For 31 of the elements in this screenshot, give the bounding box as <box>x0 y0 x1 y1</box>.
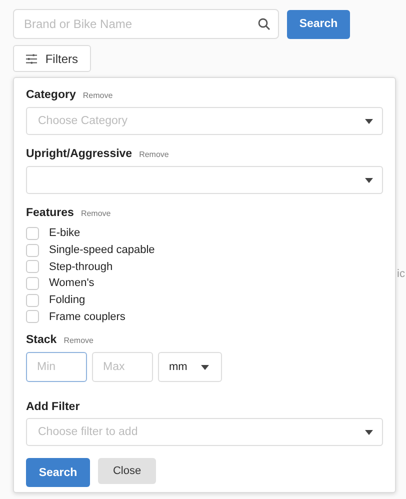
caret-icon <box>201 364 209 370</box>
remove-link[interactable]: Remove <box>139 148 169 162</box>
feature-checkbox[interactable]: Step-through <box>26 258 383 276</box>
feature-checkbox[interactable]: Single-speed capable <box>26 242 383 258</box>
caret-icon <box>365 118 373 124</box>
feature-checkbox[interactable]: Frame couplers <box>26 308 383 326</box>
close-button[interactable]: Close <box>98 458 156 484</box>
feature-checkbox[interactable]: Women's <box>26 275 383 292</box>
field-label: Features <box>26 206 74 220</box>
caret-icon <box>365 178 373 182</box>
feature-checkbox[interactable]: Folding <box>26 292 383 308</box>
filters-button[interactable]: Filters <box>13 45 91 72</box>
max-field[interactable]: Max <box>92 352 153 382</box>
search-icon <box>258 18 270 30</box>
field-label: Stack <box>26 333 57 348</box>
field-label: Upright/Aggressive <box>26 147 132 161</box>
feature-checkbox[interactable]: E-bike <box>26 225 383 242</box>
remove-link[interactable]: Remove <box>80 207 111 221</box>
caret-icon <box>365 430 373 435</box>
search-field[interactable]: Brand or Bike Name <box>13 9 279 39</box>
sliders-icon <box>26 54 38 64</box>
search-button[interactable]: Search <box>26 458 90 488</box>
field-label: Add Filter <box>26 400 80 414</box>
remove-link[interactable]: Remove <box>64 334 94 348</box>
remove-link[interactable]: Remove <box>82 89 113 103</box>
min-field[interactable]: Min <box>26 352 87 382</box>
upright-select[interactable] <box>26 166 383 194</box>
field-label: Category <box>26 88 76 102</box>
unit-select[interactable]: mm <box>158 352 222 382</box>
background-text: ic <box>397 268 405 280</box>
search-button[interactable]: Search <box>287 10 350 38</box>
